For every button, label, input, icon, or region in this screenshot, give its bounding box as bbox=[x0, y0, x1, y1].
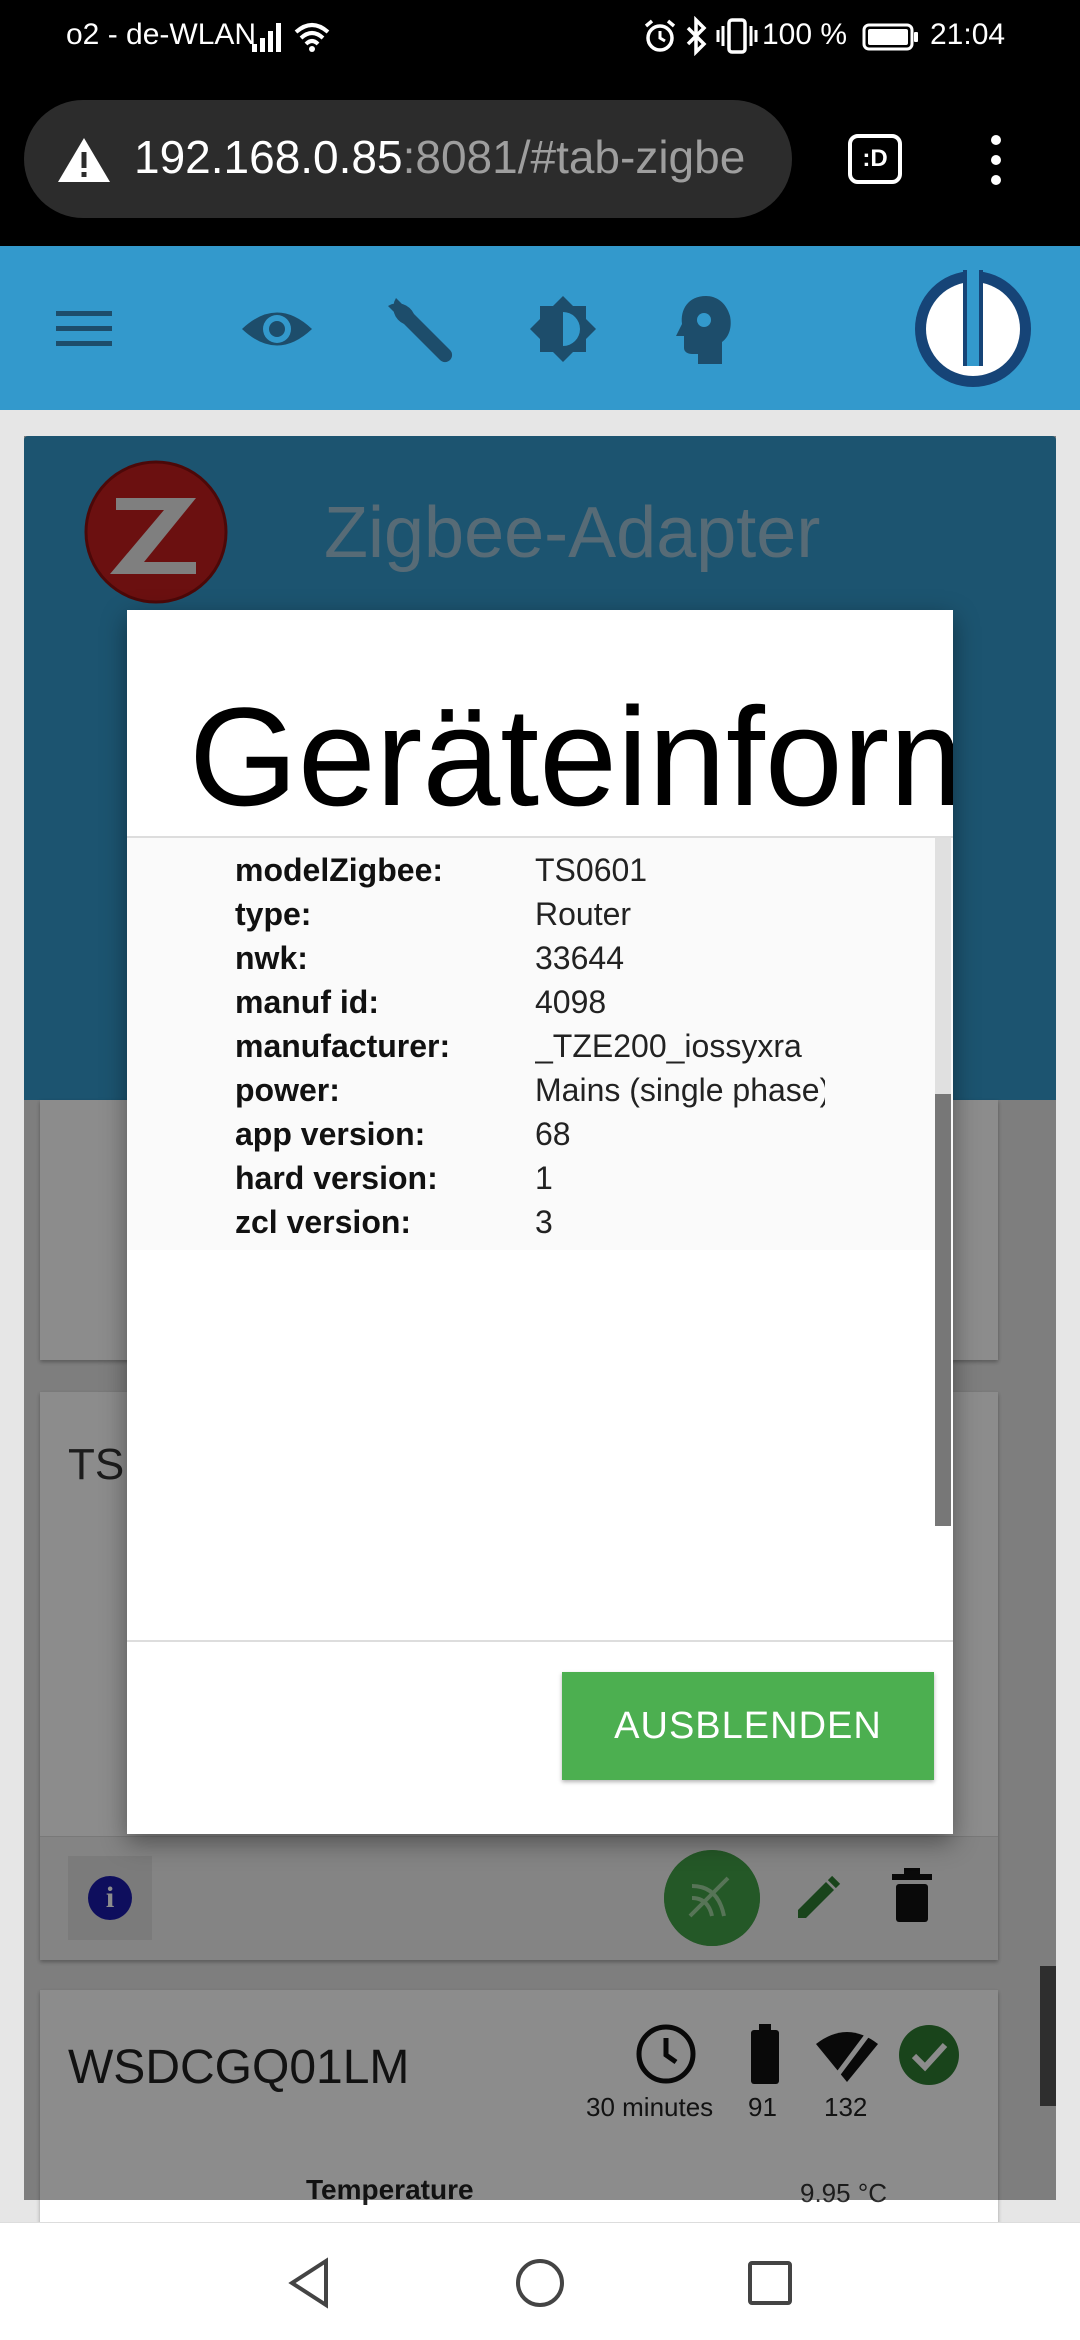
brightness-icon[interactable] bbox=[518, 284, 608, 374]
info-row: hard version: 1 bbox=[235, 1156, 825, 1200]
dialog-content[interactable]: modelZigbee: TS0601 type: Router nwk: 33644 ma… bbox=[127, 838, 953, 1250]
info-key: manufacturer: bbox=[235, 1027, 451, 1064]
head-icon[interactable] bbox=[660, 284, 750, 374]
wifi-icon bbox=[294, 23, 330, 52]
navigation-bar bbox=[0, 2222, 1080, 2340]
more-menu-icon[interactable] bbox=[976, 132, 1016, 188]
url-path: :8081/#tab-zigbe bbox=[402, 131, 746, 183]
info-key: power: bbox=[235, 1071, 340, 1108]
info-value: 68 bbox=[535, 1115, 571, 1152]
status-time: 21:04 bbox=[930, 18, 1006, 51]
device-info-table: modelZigbee: TS0601 type: Router nwk: 33644 ma… bbox=[235, 848, 825, 1251]
battery-icon bbox=[862, 23, 918, 51]
info-value: 1 bbox=[535, 1159, 553, 1196]
info-value: 0 bbox=[535, 1244, 825, 1251]
info-key: manuf id: bbox=[235, 983, 379, 1020]
info-row: app version: 68 bbox=[235, 1112, 825, 1156]
url-text[interactable]: 192.168.0.85:8081/#tab-zigbe bbox=[134, 130, 745, 184]
info-row: manuf id: 4098 bbox=[235, 980, 825, 1024]
battery-percent: 100 % bbox=[762, 18, 848, 51]
info-value: Mains (single phase) bbox=[535, 1071, 825, 1108]
tab-switcher-button[interactable]: :D bbox=[848, 134, 902, 184]
info-row: modelZigbee: TS0601 bbox=[235, 848, 825, 892]
device-info-dialog: Geräteinformationen modelZigbee: TS0601 ty… bbox=[127, 610, 953, 1834]
info-key: modelZigbee: bbox=[235, 851, 444, 888]
home-icon[interactable] bbox=[512, 2255, 568, 2311]
alarm-icon bbox=[644, 19, 676, 52]
hide-button[interactable]: AUSBLENDEN bbox=[562, 1672, 934, 1780]
info-row: nwk: 33644 bbox=[235, 936, 825, 980]
recent-apps-icon[interactable] bbox=[742, 2255, 798, 2311]
back-icon[interactable] bbox=[282, 2255, 338, 2311]
hamburger-icon[interactable] bbox=[40, 284, 130, 374]
info-row: zcl version: 3 bbox=[235, 1200, 825, 1244]
info-value: TS0601 bbox=[535, 851, 648, 888]
info-value: _TZE200_iossyxra bbox=[535, 1027, 802, 1064]
info-value: Router bbox=[535, 895, 632, 932]
info-key: zcl version: bbox=[235, 1203, 412, 1240]
eye-icon[interactable] bbox=[232, 284, 322, 374]
info-key: nwk: bbox=[235, 939, 308, 976]
status-bar: o2 - de-WLAN 100 % 21:04 bbox=[0, 0, 1080, 78]
divider bbox=[127, 1640, 953, 1642]
signal-icon bbox=[252, 23, 281, 52]
info-value: 4098 bbox=[535, 983, 607, 1020]
dialog-title: Geräteinformationen bbox=[189, 678, 953, 835]
app-toolbar bbox=[0, 246, 1080, 410]
url-field[interactable]: 192.168.0.85:8081/#tab-zigbe bbox=[24, 100, 792, 218]
info-key: stack version: bbox=[235, 1244, 535, 1251]
dialog-scrollbar-thumb[interactable] bbox=[935, 1094, 951, 1526]
info-key: app version: bbox=[235, 1115, 426, 1152]
info-value: 3 bbox=[535, 1203, 553, 1240]
url-host: 192.168.0.85 bbox=[134, 131, 403, 183]
info-row: stack version:0 bbox=[235, 1244, 825, 1251]
browser-bar: 192.168.0.85:8081/#tab-zigbe :D bbox=[0, 78, 1080, 246]
info-value: 33644 bbox=[535, 939, 624, 976]
wrench-icon[interactable] bbox=[374, 284, 464, 374]
info-row: type: Router bbox=[235, 892, 825, 936]
info-key: type: bbox=[235, 895, 312, 932]
warning-icon[interactable] bbox=[56, 136, 112, 184]
info-row: power: Mains (single phase) bbox=[235, 1068, 825, 1112]
carrier-label: o2 - de-WLAN bbox=[66, 18, 257, 51]
bluetooth-icon bbox=[686, 16, 707, 56]
vibrate-icon bbox=[716, 18, 758, 54]
info-row: manufacturer: _TZE200_iossyxra bbox=[235, 1024, 825, 1068]
iobroker-logo[interactable] bbox=[912, 268, 1034, 390]
info-key: hard version: bbox=[235, 1159, 438, 1196]
